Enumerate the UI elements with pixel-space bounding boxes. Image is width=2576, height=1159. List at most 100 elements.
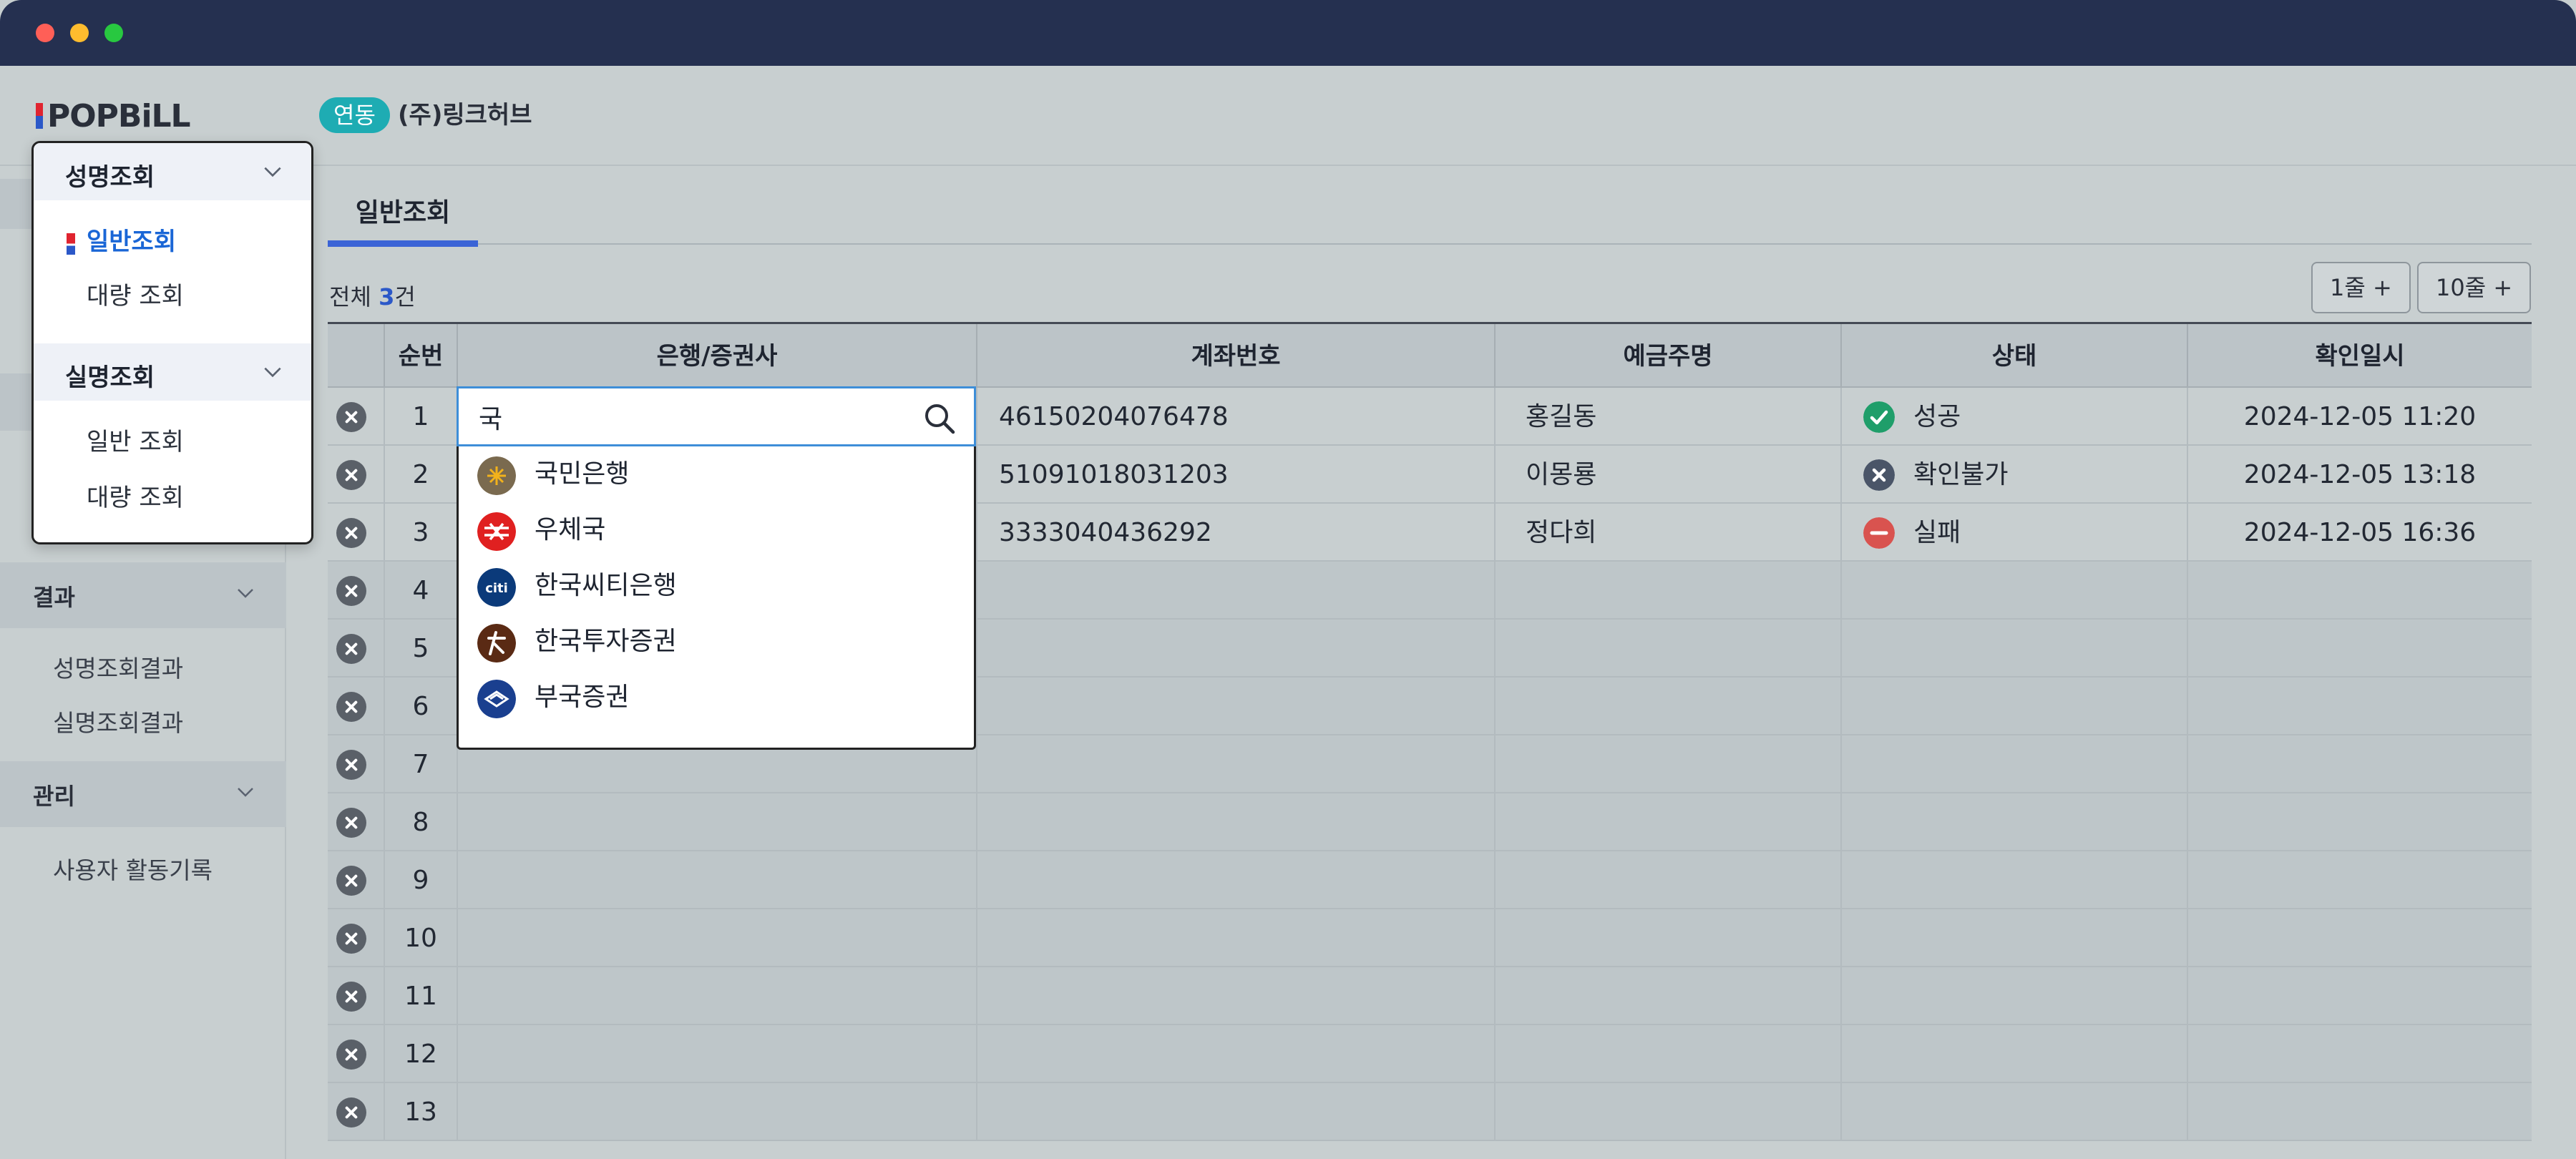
search-result-item[interactable]: citi 한국씨티은행 bbox=[459, 558, 974, 614]
holder-name-cell bbox=[1494, 909, 1840, 967]
header-delete bbox=[328, 324, 384, 388]
holder-name-cell: 홍길동 bbox=[1494, 388, 1840, 446]
sidebar-section-manage[interactable]: 관리 bbox=[0, 761, 286, 827]
link-badge: 연동 bbox=[319, 97, 390, 133]
popup-section-name-lookup[interactable]: 성명조회 bbox=[34, 143, 311, 200]
popup-item-realname-bulk[interactable]: 대량 조회 bbox=[87, 478, 184, 513]
table-row: 9 bbox=[328, 851, 2532, 909]
status-cell: 성공 bbox=[1840, 388, 2187, 446]
holder-name-cell bbox=[1494, 1083, 1840, 1141]
remove-row-icon[interactable] bbox=[336, 1040, 366, 1070]
header-holder: 예금주명 bbox=[1494, 324, 1840, 388]
chevron-down-icon bbox=[264, 367, 281, 378]
search-result-item[interactable]: 우체국 bbox=[459, 502, 974, 558]
header-bank: 은행/증권사 bbox=[457, 324, 976, 388]
bank-cell[interactable] bbox=[457, 851, 976, 909]
bank-cell[interactable] bbox=[457, 793, 976, 851]
bank-cell[interactable] bbox=[457, 1025, 976, 1083]
close-window-button[interactable] bbox=[36, 24, 54, 42]
remove-row-icon[interactable] bbox=[336, 750, 366, 780]
search-result-item[interactable]: 부국증권 bbox=[459, 670, 974, 725]
remove-row-icon[interactable] bbox=[336, 460, 366, 490]
remove-row-icon[interactable] bbox=[336, 866, 366, 896]
datetime-cell bbox=[2187, 793, 2532, 851]
maximize-window-button[interactable] bbox=[104, 24, 123, 42]
tab-general-lookup[interactable]: 일반조회 bbox=[328, 192, 478, 248]
row-delete-cell bbox=[328, 1083, 384, 1141]
remove-row-icon[interactable] bbox=[336, 808, 366, 838]
window-titlebar bbox=[0, 0, 2576, 66]
minimize-window-button[interactable] bbox=[70, 24, 89, 42]
table-row: 13 bbox=[328, 1083, 2532, 1141]
row-delete-cell bbox=[328, 678, 384, 735]
remove-row-icon[interactable] bbox=[336, 402, 366, 432]
chevron-down-icon bbox=[238, 589, 253, 598]
app-header: POPBiLL 연동 (주)링크허브 bbox=[0, 66, 2576, 166]
bank-cell[interactable] bbox=[457, 1083, 976, 1141]
remove-row-icon[interactable] bbox=[336, 518, 366, 548]
search-result-label: 한국씨티은행 bbox=[535, 571, 677, 600]
holder-name-cell bbox=[1494, 851, 1840, 909]
popup-section-realname-lookup[interactable]: 실명조회 bbox=[34, 343, 311, 401]
bank-search-field[interactable] bbox=[457, 386, 976, 446]
account-number-cell bbox=[976, 1083, 1494, 1141]
datetime-cell bbox=[2187, 620, 2532, 678]
row-delete-cell bbox=[328, 620, 384, 678]
remove-row-icon[interactable] bbox=[336, 924, 366, 954]
status-cell bbox=[1840, 851, 2187, 909]
add-ten-rows-button[interactable]: 10줄 + bbox=[2417, 262, 2532, 313]
popup-item-realname-general[interactable]: 일반 조회 bbox=[87, 422, 184, 457]
popbill-logo[interactable]: POPBiLL bbox=[36, 97, 191, 135]
remove-row-icon[interactable] bbox=[336, 982, 366, 1012]
sidebar-item-activity-log[interactable]: 사용자 활동기록 bbox=[53, 851, 213, 886]
datetime-cell bbox=[2187, 735, 2532, 793]
search-result-item[interactable]: 국민은행 bbox=[459, 446, 974, 502]
row-number-cell: 3 bbox=[384, 504, 457, 562]
active-indicator-icon bbox=[67, 233, 75, 255]
account-number-cell bbox=[976, 793, 1494, 851]
search-result-item[interactable]: 한국투자증권 bbox=[459, 614, 974, 670]
bank-cell[interactable] bbox=[457, 967, 976, 1025]
holder-name-cell: 정다희 bbox=[1494, 504, 1840, 562]
popup-item-general-lookup[interactable]: 일반조회 bbox=[87, 222, 176, 257]
row-number-cell: 6 bbox=[384, 678, 457, 735]
row-delete-cell bbox=[328, 446, 384, 504]
status-cell: 실패 bbox=[1840, 504, 2187, 562]
header-account: 계좌번호 bbox=[976, 324, 1494, 388]
row-delete-cell bbox=[328, 909, 384, 967]
popup-item-bulk-lookup[interactable]: 대량 조회 bbox=[87, 276, 184, 311]
header-no: 순번 bbox=[384, 324, 457, 388]
bank-cell[interactable] bbox=[457, 909, 976, 967]
row-number-cell: 11 bbox=[384, 967, 457, 1025]
kb-bank-logo-icon bbox=[477, 456, 516, 495]
bank-search-results: 국민은행 우체국 citi 한국씨티은행 한국투자증권 부국증권 bbox=[457, 446, 976, 750]
row-delete-cell bbox=[328, 851, 384, 909]
search-icon[interactable] bbox=[922, 401, 957, 436]
datetime-cell bbox=[2187, 909, 2532, 967]
account-number-cell bbox=[976, 909, 1494, 967]
sidebar-item-realname-result[interactable]: 실명조회결과 bbox=[53, 704, 183, 738]
sidebar-section-results[interactable]: 결과 bbox=[0, 562, 286, 628]
table-row: 12 bbox=[328, 1025, 2532, 1083]
remove-row-icon[interactable] bbox=[336, 692, 366, 722]
logo-mark-icon bbox=[36, 103, 43, 129]
row-delete-cell bbox=[328, 504, 384, 562]
datetime-cell bbox=[2187, 1025, 2532, 1083]
remove-row-icon[interactable] bbox=[336, 576, 366, 606]
account-number-cell bbox=[976, 620, 1494, 678]
account-number-cell: 46150204076478 bbox=[976, 388, 1494, 446]
datetime-cell: 2024-12-05 11:20 bbox=[2187, 388, 2532, 446]
table-row: 8 bbox=[328, 793, 2532, 851]
account-number-cell bbox=[976, 1025, 1494, 1083]
bank-search-input[interactable] bbox=[479, 398, 908, 436]
remove-row-icon[interactable] bbox=[336, 634, 366, 664]
total-count-prefix: 전체 bbox=[329, 283, 379, 310]
sidebar-item-name-result[interactable]: 성명조회결과 bbox=[53, 650, 183, 684]
table-header: 순번 은행/증권사 계좌번호 예금주명 상태 확인일시 bbox=[328, 322, 2532, 388]
remove-row-icon[interactable] bbox=[336, 1097, 366, 1128]
holder-name-cell bbox=[1494, 562, 1840, 620]
chevron-down-icon bbox=[264, 167, 281, 177]
row-number-cell: 12 bbox=[384, 1025, 457, 1083]
add-one-row-button[interactable]: 1줄 + bbox=[2311, 262, 2411, 313]
status-cell: 확인불가 bbox=[1840, 446, 2187, 504]
